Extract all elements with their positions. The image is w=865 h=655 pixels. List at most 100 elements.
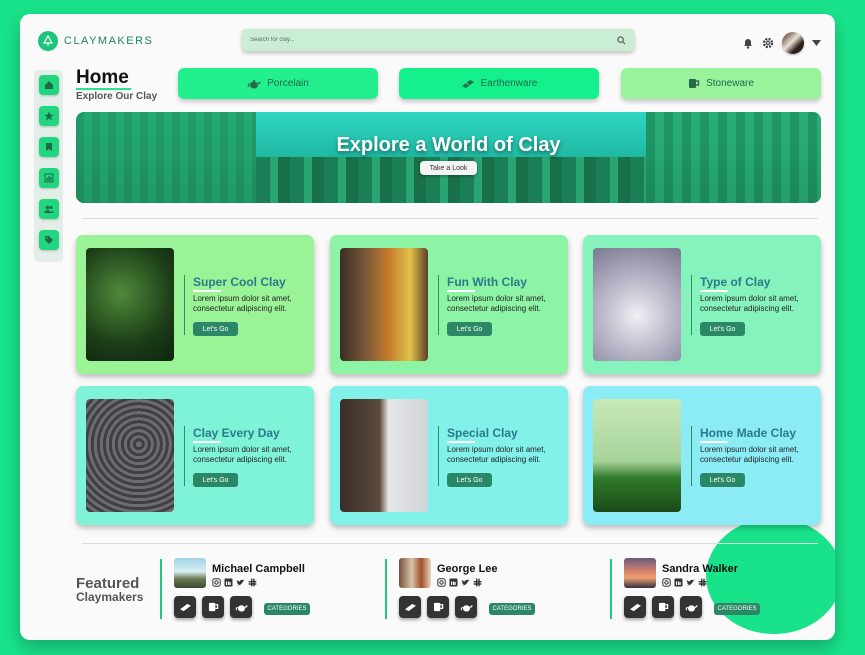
featured-divider	[610, 559, 612, 619]
slack-icon[interactable]	[248, 578, 257, 587]
stoneware-button[interactable]	[652, 596, 674, 618]
teapot-icon	[460, 604, 473, 612]
sidebar	[34, 70, 63, 262]
teapot-icon	[235, 604, 248, 612]
sidebar-item-tags[interactable]	[38, 230, 59, 250]
instagram-icon[interactable]	[662, 578, 671, 587]
divider	[82, 218, 818, 219]
categories-button[interactable]: CATEGORIES	[264, 603, 310, 615]
sidebar-item-users[interactable]	[38, 199, 59, 219]
star-icon	[43, 111, 54, 121]
featured-heading-line2: Claymakers	[76, 590, 144, 604]
card-divider	[184, 426, 185, 486]
lets-go-button[interactable]: Let's Go	[447, 322, 492, 336]
card-image	[86, 399, 174, 512]
maker-avatar[interactable]	[174, 558, 206, 588]
earthenware-button[interactable]	[174, 596, 196, 618]
card-title: Super Cool Clay	[193, 275, 286, 292]
content-card: Home Made Clay Lorem ipsum dolor sit amet…	[583, 386, 821, 525]
stoneware-button[interactable]	[427, 596, 449, 618]
linkedin-icon[interactable]	[449, 578, 458, 587]
banner-heading: Explore a World of Clay	[336, 134, 561, 156]
tab-stoneware[interactable]: Stoneware	[621, 68, 821, 99]
featured-heading: Featured Claymakers	[76, 576, 143, 604]
search-icon[interactable]	[617, 35, 626, 45]
page-subtitle: Explore Our Clay	[76, 91, 158, 102]
card-image	[340, 399, 428, 512]
categories-button[interactable]: CATEGORIES	[489, 603, 535, 615]
maker-avatar[interactable]	[624, 558, 656, 588]
twitter-icon[interactable]	[236, 578, 245, 587]
card-text: Lorem ipsum dolor sit amet, consectetur …	[447, 445, 546, 464]
slack-icon[interactable]	[698, 578, 707, 587]
slack-icon[interactable]	[473, 578, 482, 587]
porcelain-button[interactable]	[455, 596, 477, 618]
tab-earthenware[interactable]: Earthenware	[399, 68, 599, 99]
bookmark-icon	[45, 143, 52, 151]
maker-name[interactable]: Sandra Walker	[662, 563, 738, 575]
chevron-down-icon[interactable]	[812, 40, 821, 46]
maker-name[interactable]: George Lee	[437, 563, 498, 575]
sidebar-item-stats[interactable]	[38, 168, 59, 188]
brick-icon	[629, 603, 641, 611]
take-a-look-button[interactable]: Take a Look	[420, 161, 477, 175]
brick-icon	[461, 79, 474, 88]
card-divider	[184, 275, 185, 335]
sidebar-item-home[interactable]	[38, 75, 59, 95]
card-divider	[691, 426, 692, 486]
porcelain-button[interactable]	[230, 596, 252, 618]
porcelain-button[interactable]	[680, 596, 702, 618]
earthenware-button[interactable]	[624, 596, 646, 618]
featured-maker: Sandra Walker CATEGORIES	[624, 558, 824, 624]
maker-name[interactable]: Michael Campbell	[212, 563, 305, 575]
app-window: CLAYMAKERS Home Explore Our Clay Porcela…	[20, 14, 835, 640]
twitter-icon[interactable]	[686, 578, 695, 587]
sidebar-item-saved[interactable]	[38, 137, 59, 157]
social-links	[662, 578, 707, 587]
brick-icon	[179, 603, 191, 611]
categories-button[interactable]: CATEGORIES	[714, 603, 760, 615]
mug-icon	[208, 602, 218, 612]
card-divider	[691, 275, 692, 335]
sidebar-item-favorites[interactable]	[38, 106, 59, 126]
featured-divider	[385, 559, 387, 619]
content-card: Type of Clay Lorem ipsum dolor sit amet, …	[583, 235, 821, 374]
user-avatar[interactable]	[782, 32, 804, 54]
card-title: Clay Every Day	[193, 426, 280, 443]
card-image	[340, 248, 428, 361]
search-input[interactable]	[250, 37, 617, 43]
logo[interactable]: CLAYMAKERS	[38, 31, 153, 51]
featured-maker: Michael Campbell CATEGORIES	[174, 558, 374, 624]
tab-stoneware-label: Stoneware	[706, 78, 754, 89]
header-actions	[742, 32, 821, 54]
instagram-icon[interactable]	[437, 578, 446, 587]
maker-avatar[interactable]	[399, 558, 431, 588]
lets-go-button[interactable]: Let's Go	[193, 473, 238, 487]
gear-icon[interactable]	[762, 37, 774, 49]
twitter-icon[interactable]	[461, 578, 470, 587]
linkedin-icon[interactable]	[224, 578, 233, 587]
tab-porcelain[interactable]: Porcelain	[178, 68, 378, 99]
earthenware-button[interactable]	[399, 596, 421, 618]
featured-divider	[160, 559, 162, 619]
card-title: Fun With Clay	[447, 275, 527, 292]
lets-go-button[interactable]: Let's Go	[193, 322, 238, 336]
content-card: Clay Every Day Lorem ipsum dolor sit amet…	[76, 386, 314, 525]
lets-go-button[interactable]: Let's Go	[700, 473, 745, 487]
tag-icon	[44, 236, 53, 244]
content-card: Super Cool Clay Lorem ipsum dolor sit ame…	[76, 235, 314, 374]
instagram-icon[interactable]	[212, 578, 221, 587]
featured-maker: George Lee CATEGORIES	[399, 558, 599, 624]
card-text: Lorem ipsum dolor sit amet, consectetur …	[700, 445, 799, 464]
lets-go-button[interactable]: Let's Go	[700, 322, 745, 336]
divider	[82, 543, 818, 544]
content-card: Special Clay Lorem ipsum dolor sit amet, …	[330, 386, 568, 525]
linkedin-icon[interactable]	[674, 578, 683, 587]
search-bar[interactable]	[242, 29, 634, 51]
tab-earthenware-label: Earthenware	[480, 78, 538, 89]
bell-icon[interactable]	[742, 37, 754, 49]
page-heading: Home Explore Our Clay	[76, 68, 157, 102]
lets-go-button[interactable]: Let's Go	[447, 473, 492, 487]
social-links	[437, 578, 482, 587]
stoneware-button[interactable]	[202, 596, 224, 618]
